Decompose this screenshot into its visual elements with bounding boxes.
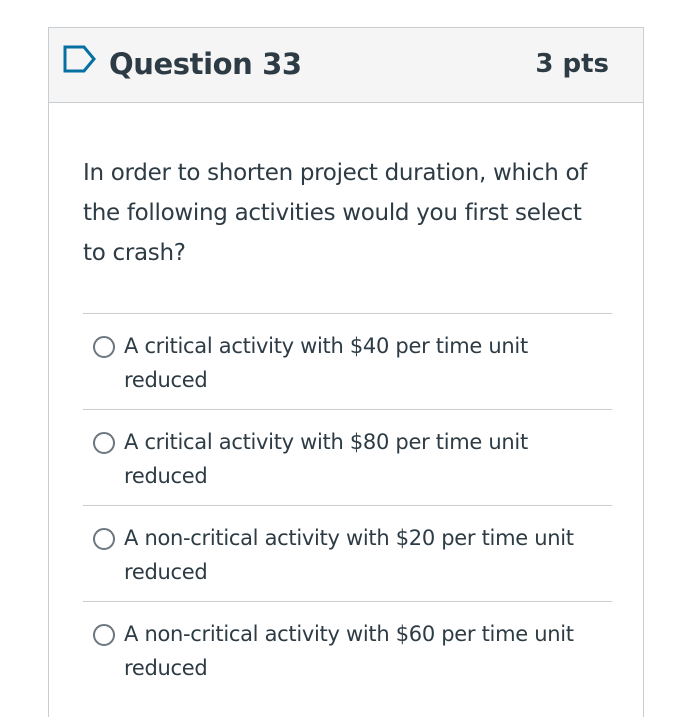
- answer-option[interactable]: A non-critical activity with $20 per tim…: [83, 505, 612, 601]
- question-title: Question 33: [109, 47, 302, 81]
- answer-option[interactable]: A non-critical activity with $60 per tim…: [83, 601, 612, 697]
- question-card: Question 33 3 pts In order to shorten pr…: [48, 27, 644, 717]
- answer-radio[interactable]: [93, 432, 115, 454]
- answer-label[interactable]: A critical activity with $40 per time un…: [124, 329, 604, 397]
- flag-question-icon[interactable]: [62, 44, 98, 74]
- answer-list: A critical activity with $40 per time un…: [83, 313, 612, 697]
- answer-radio[interactable]: [93, 624, 115, 646]
- answer-radio[interactable]: [93, 336, 115, 358]
- question-text: In order to shorten project duration, wh…: [83, 160, 588, 266]
- question-points: 3 pts: [535, 49, 609, 79]
- answer-option[interactable]: A critical activity with $80 per time un…: [83, 409, 612, 505]
- answer-radio[interactable]: [93, 528, 115, 550]
- answer-label[interactable]: A non-critical activity with $20 per tim…: [124, 521, 604, 589]
- question-header: Question 33 3 pts: [49, 28, 643, 103]
- answer-option[interactable]: A critical activity with $40 per time un…: [83, 313, 612, 409]
- answer-label[interactable]: A non-critical activity with $60 per tim…: [124, 617, 604, 685]
- answer-label[interactable]: A critical activity with $80 per time un…: [124, 425, 604, 493]
